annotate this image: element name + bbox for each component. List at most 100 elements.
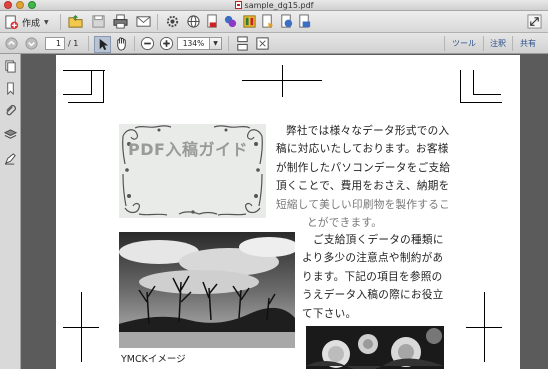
export-button[interactable] [260, 14, 275, 29]
save-icon [92, 15, 105, 28]
cursor-arrow-icon [99, 38, 109, 51]
photo-caption: YMCKイメージ [121, 354, 186, 365]
crop-mark [63, 94, 91, 95]
print-icon [113, 14, 128, 29]
fit-page-button[interactable] [255, 36, 270, 51]
text-line: 短縮して美しい印刷物を製作するこ [276, 198, 450, 211]
text-line: て下さい。 [302, 307, 357, 320]
fullscreen-button[interactable] [527, 14, 542, 29]
prev-page-button[interactable] [4, 36, 19, 51]
text-line: とができます。 [307, 217, 383, 230]
settings-icon [166, 15, 179, 28]
save-button[interactable] [91, 14, 106, 29]
email-button[interactable] [136, 14, 151, 29]
share-icon [299, 14, 311, 28]
bookmark-icon[interactable] [4, 82, 17, 95]
crop-mark [103, 70, 104, 103]
zoom-in-button[interactable] [159, 36, 174, 51]
zoom-out-button[interactable] [140, 36, 155, 51]
create-pdf-icon [207, 14, 217, 28]
toolbar-divider [60, 14, 61, 30]
page-total: / 1 [68, 39, 79, 48]
text-line: ご支給頂くデータの種類に [313, 234, 444, 246]
hand-icon [117, 37, 126, 51]
text-line: より多少の注意点や制約があ [302, 252, 444, 265]
pdf-file-icon [234, 1, 242, 9]
edit-button[interactable] [242, 14, 257, 29]
create-icon [5, 14, 19, 29]
landscape-photo [119, 232, 295, 348]
open-folder-icon [68, 14, 83, 28]
landscape-image [119, 232, 295, 348]
pdf-guide-title: PDF入稿ガイド [128, 140, 248, 159]
attachment-paperclip-icon[interactable] [4, 104, 17, 117]
intro-paragraph: 弊社では様々なデータ形式での入 稿に対応いたしております。お客様 が制作したパソ… [276, 122, 451, 232]
registration-mark [81, 292, 82, 362]
tools-link[interactable]: ツール [452, 38, 476, 49]
toolbar-divider [88, 36, 89, 51]
crop-mark [460, 102, 502, 103]
chevron-down-icon: ▼ [213, 40, 218, 47]
combine-button[interactable] [223, 14, 238, 29]
create-button[interactable]: 作成 ▼ [4, 14, 49, 30]
text-line: うえデータ入稿の際にお役立 [302, 289, 444, 302]
registration-mark [484, 292, 485, 362]
crop-mark [63, 70, 105, 71]
registration-mark [242, 80, 322, 81]
crop-mark [473, 94, 501, 95]
scroll-pages-icon [237, 36, 248, 51]
flower-image [306, 326, 444, 369]
open-button[interactable] [68, 14, 83, 29]
fullscreen-icon [527, 14, 542, 29]
scroll-mode-button[interactable] [235, 36, 250, 51]
chevron-down-icon: ▼ [44, 18, 49, 26]
create-pdf-button[interactable] [205, 14, 220, 29]
toolbar-divider [512, 36, 513, 51]
select-tool-button[interactable] [94, 36, 111, 53]
data-notes-paragraph: ご支給頂くデータの種類に より多少の注意点や制約があ ります。下記の項目を参照の… [302, 231, 452, 323]
email-icon [136, 16, 151, 27]
crop-mark [91, 70, 92, 95]
share-link[interactable]: 共有 [520, 38, 536, 49]
title-bar: sample_dg15.pdf [0, 0, 548, 11]
window-title-text: sample_dg15.pdf [244, 1, 314, 10]
zoom-level-field[interactable]: 134% [177, 37, 210, 50]
print-button[interactable] [113, 14, 128, 29]
zoom-in-icon [159, 36, 174, 51]
page-thumbnails-icon[interactable] [4, 60, 17, 73]
flower-photo [306, 326, 444, 369]
arrow-up-circle-icon [5, 37, 18, 50]
toolbar-divider [134, 36, 135, 51]
toolbar-divider [157, 14, 158, 30]
fit-page-icon [256, 37, 269, 50]
edit-icon [243, 15, 256, 28]
text-line: 頂くことで、費用をおさえ、納期を [276, 180, 450, 193]
globe-icon [187, 15, 200, 28]
export-icon [262, 14, 274, 29]
navigation-pane [0, 54, 21, 369]
layers-icon[interactable] [4, 128, 17, 141]
crop-mark [473, 70, 474, 95]
share-button[interactable] [297, 14, 312, 29]
toolbar-divider [444, 36, 445, 51]
settings-button[interactable] [165, 14, 180, 29]
globe-button[interactable] [186, 14, 201, 29]
page-number-input[interactable]: 1 [45, 37, 65, 50]
signatures-pen-icon[interactable] [4, 152, 17, 165]
create-label: 作成 [22, 18, 41, 29]
toolbar-divider [228, 36, 229, 51]
crop-mark [68, 102, 104, 103]
window-title: sample_dg15.pdf [0, 0, 548, 11]
zoom-out-icon [140, 36, 155, 51]
zoom-dropdown-button[interactable]: ▼ [210, 37, 222, 50]
text-line: 弊社では様々なデータ形式での入 [286, 125, 450, 137]
comment-link[interactable]: 注釈 [490, 38, 506, 49]
crop-mark [460, 70, 461, 103]
next-page-button[interactable] [24, 36, 39, 51]
text-line: ります。下記の項目を参照の [302, 270, 443, 283]
hand-tool-button[interactable] [114, 36, 129, 51]
text-line: 稿に対応いたしております。お客様 [276, 143, 449, 156]
combine-icon [224, 15, 237, 28]
stamp-button[interactable] [279, 14, 294, 29]
toolbar-divider [483, 36, 484, 51]
